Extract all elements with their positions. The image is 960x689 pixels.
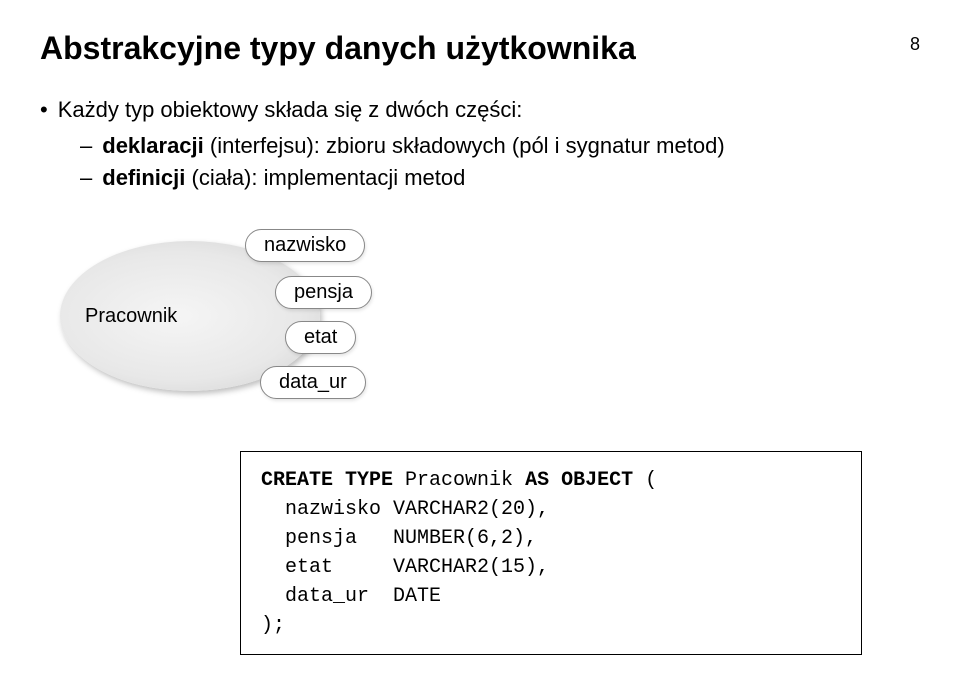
bullet-sub-1-text: deklaracji (interfejsu): zbioru składowy…	[102, 133, 724, 159]
code-line-1: nazwisko VARCHAR2(20),	[261, 495, 841, 524]
entity-label: Pracownik	[85, 305, 177, 328]
bullet-dot-icon: •	[40, 97, 48, 123]
code-open-paren: (	[633, 469, 657, 492]
code-line-4: data_ur DATE	[261, 582, 841, 611]
bullet-sub-1-bold: deklaracji	[102, 133, 204, 158]
code-block: CREATE TYPE Pracownik AS OBJECT ( nazwis…	[240, 451, 862, 655]
page-number: 8	[910, 34, 920, 55]
attr-pill-data-ur: data_ur	[260, 366, 366, 399]
code-kw-create: CREATE TYPE	[261, 469, 393, 492]
code-kw-asobj: AS OBJECT	[525, 469, 633, 492]
code-line-2: pensja NUMBER(6,2),	[261, 524, 841, 553]
code-line-3: etat VARCHAR2(15),	[261, 553, 841, 582]
bullet-sub-1: – deklaracji (interfejsu): zbioru składo…	[80, 133, 920, 159]
bullet-sub-1-rest: (interfejsu): zbioru składowych (pól i s…	[204, 133, 725, 158]
attr-pill-nazwisko: nazwisko	[245, 229, 365, 262]
bullet-sub-2-bold: definicji	[102, 165, 185, 190]
bullet-sub-2-rest: (ciała): implementacji metod	[185, 165, 465, 190]
bullet-sub-2-text: definicji (ciała): implementacji metod	[102, 165, 465, 191]
bullet-main-text: Każdy typ obiektowy składa się z dwóch c…	[58, 97, 523, 123]
attr-pill-etat: etat	[285, 321, 356, 354]
code-line-header: CREATE TYPE Pracownik AS OBJECT (	[261, 466, 841, 495]
bullet-dash-icon: –	[80, 165, 92, 191]
page-title: Abstrakcyjne typy danych użytkownika	[40, 30, 636, 67]
bullet-main: • Każdy typ obiektowy składa się z dwóch…	[40, 97, 920, 123]
entity-diagram: Pracownik nazwisko pensja etat data_ur	[60, 221, 480, 421]
attr-pill-pensja: pensja	[275, 276, 372, 309]
code-type-name: Pracownik	[393, 469, 525, 492]
bullet-dash-icon: –	[80, 133, 92, 159]
bullet-sub-2: – definicji (ciała): implementacji metod	[80, 165, 920, 191]
code-close: );	[261, 611, 841, 640]
